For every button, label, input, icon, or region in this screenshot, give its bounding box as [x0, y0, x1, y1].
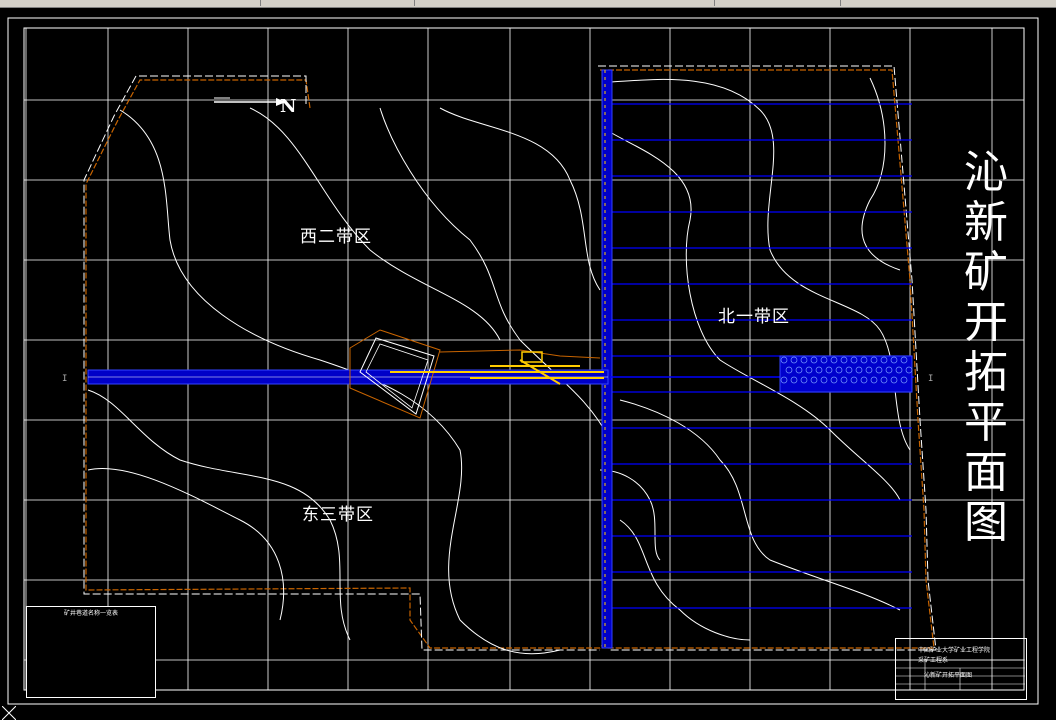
title-char: 平	[964, 397, 1008, 448]
main-inclined-roadway	[601, 69, 613, 649]
title-char: 面	[964, 447, 1008, 498]
zone-label-east3: 东三带区	[302, 505, 374, 525]
title-char: 拓	[964, 347, 1008, 398]
title-block: 中国矿业大学矿业工程学院 采矿工程系 沁新矿开拓平面图	[895, 638, 1027, 700]
legend-title: 矿井巷道名称一览表	[63, 610, 118, 617]
title-char: 新	[964, 197, 1008, 248]
toolbar-segment[interactable]	[716, 0, 841, 6]
cad-drawing-canvas[interactable]: N 西二带区 北一带区 东三带区 沁新矿开拓平面图 I I 矿井巷道名称一览表 …	[0, 8, 1056, 720]
title-block-dept: 采矿工程系	[918, 657, 949, 664]
title-char: 图	[964, 497, 1008, 548]
zone-label-north1: 北一带区	[718, 307, 790, 327]
north-label: N	[280, 96, 297, 117]
title-char: 矿	[964, 247, 1008, 298]
title-char: 沁	[964, 147, 1008, 198]
yard-road	[439, 349, 601, 359]
toolbar-segment[interactable]	[416, 0, 715, 6]
roadway-legend-table: 矿井巷道名称一览表	[26, 606, 156, 698]
mine-plan-svg	[7, 17, 1039, 705]
title-block-school: 中国矿业大学矿业工程学院	[918, 647, 991, 654]
section-mark-right: I	[928, 374, 934, 384]
ucs-cursor-icon	[2, 706, 16, 720]
section-mark-left: I	[62, 374, 68, 384]
boundary-white-west	[83, 75, 600, 651]
drawing-title: 沁新矿开拓平面图	[958, 148, 1014, 548]
north-arrow-icon	[214, 97, 286, 106]
toolbar-segment[interactable]	[0, 0, 261, 6]
title-block-drawing-name: 沁新矿开拓平面图	[924, 672, 973, 679]
cad-top-toolbar	[0, 0, 1056, 8]
mined-out-area	[779, 355, 913, 393]
toolbar-segment[interactable]	[262, 0, 415, 6]
title-char: 开	[964, 297, 1008, 348]
zone-label-west2: 西二带区	[300, 227, 372, 247]
shaft-chamber	[521, 351, 543, 363]
